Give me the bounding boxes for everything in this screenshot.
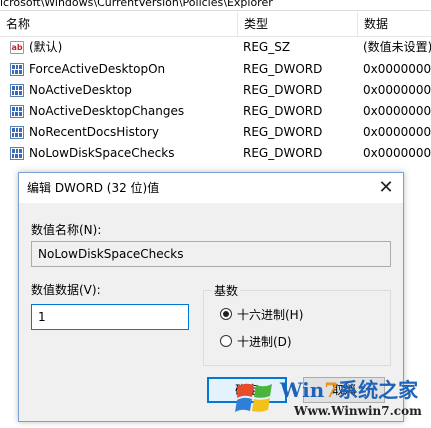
value-name-field[interactable]: NoLowDiskSpaceChecks: [31, 241, 391, 267]
base-group: 基数 十六进制(H) 十进制(D): [203, 282, 391, 366]
watermark-brand-suffix: 系统之家: [338, 378, 419, 402]
registry-value-row[interactable]: NoActiveDesktopChanges REG_DWORD 0x00000…: [0, 101, 431, 122]
radio-unselected-icon[interactable]: [220, 335, 232, 347]
reg-dword-icon: [10, 147, 24, 160]
watermark-brand-number: 7: [324, 378, 339, 402]
reg-dword-icon: [10, 84, 24, 97]
base-group-label: 基数: [212, 282, 241, 299]
value-name-label: 数值名称(N):: [31, 223, 102, 237]
watermark-brand: Win7系统之家: [280, 374, 418, 403]
value-type: REG_SZ: [243, 40, 291, 54]
value-data: 0x00000001: [363, 83, 431, 97]
value-data-input[interactable]: 1: [31, 304, 189, 330]
column-header-name[interactable]: 名称: [0, 12, 237, 36]
reg-dword-icon: [10, 126, 24, 139]
value-type: REG_DWORD: [243, 125, 323, 139]
value-name: NoLowDiskSpaceChecks: [29, 146, 175, 160]
registry-value-row[interactable]: ForceActiveDesktopOn REG_DWORD 0x0000000…: [0, 59, 431, 80]
value-type: REG_DWORD: [243, 83, 323, 97]
value-name: (默认): [29, 40, 63, 54]
column-header-data[interactable]: 数据: [357, 12, 431, 36]
reg-sz-icon: ab: [10, 41, 24, 54]
value-type: REG_DWORD: [243, 62, 323, 76]
value-data: 0x00000000: [363, 125, 431, 139]
registry-value-row[interactable]: NoActiveDesktop REG_DWORD 0x00000001: [0, 80, 431, 101]
value-data: (数值未设置): [363, 40, 431, 54]
registry-value-row[interactable]: NoLowDiskSpaceChecks REG_DWORD 0x0000000…: [0, 143, 431, 164]
value-name: NoRecentDocsHistory: [29, 125, 159, 139]
watermark-logo: Win7系统之家 Www.Winwin7.com: [228, 372, 428, 426]
value-data: 0x00000000: [363, 146, 431, 160]
value-data-label: 数值数据(V):: [31, 283, 101, 297]
value-data: 0x00000001: [363, 104, 431, 118]
close-icon[interactable]: ✕: [369, 173, 403, 203]
value-data: 0x00000000: [363, 62, 431, 76]
value-name: NoActiveDesktop: [29, 83, 132, 97]
reg-dword-icon: [10, 63, 24, 76]
registry-value-row[interactable]: NoRecentDocsHistory REG_DWORD 0x00000000: [0, 122, 431, 143]
reg-dword-icon: [10, 105, 24, 118]
value-type: REG_DWORD: [243, 146, 323, 160]
registry-value-row[interactable]: ab (默认) REG_SZ (数值未设置): [0, 37, 431, 58]
value-name: NoActiveDesktopChanges: [29, 104, 185, 118]
radio-hexadecimal-label: 十六进制(H): [237, 308, 304, 322]
radio-selected-icon[interactable]: [220, 308, 232, 320]
watermark-brand-prefix: Win: [280, 378, 325, 402]
dialog-title: 编辑 DWORD (32 位)值: [27, 181, 160, 195]
value-type: REG_DWORD: [243, 104, 323, 118]
dialog-titlebar[interactable]: 编辑 DWORD (32 位)值 ✕: [19, 173, 403, 203]
list-header: 名称 类型 数据: [0, 12, 431, 37]
radio-decimal-label: 十进制(D): [237, 335, 292, 349]
watermark-site: Www.Winwin7.com: [294, 404, 422, 418]
value-name: ForceActiveDesktopOn: [29, 62, 166, 76]
column-header-type[interactable]: 类型: [237, 12, 357, 36]
registry-path-bar: icrosoft\Windows\CurrentVersion\Policies…: [0, 0, 431, 11]
windows-flag-icon: [235, 383, 272, 412]
